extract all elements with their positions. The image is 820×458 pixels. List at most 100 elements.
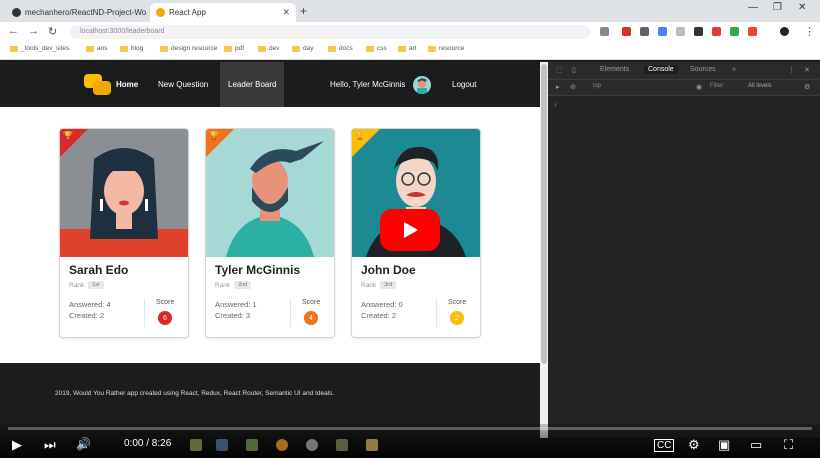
answered-count: Answered: 0 [361, 300, 403, 309]
answered-count: Answered: 1 [215, 300, 257, 309]
close-devtools-icon[interactable]: ✕ [804, 66, 810, 74]
tab-elements[interactable]: Elements [600, 66, 629, 73]
folder-icon [328, 45, 336, 52]
bookmark-folder[interactable]: resource [428, 45, 464, 52]
minimize-icon[interactable]: — [748, 2, 758, 13]
app-viewport: Home New Question Leader Board Hello, Ty… [0, 62, 540, 438]
app-navbar: Home New Question Leader Board Hello, Ty… [0, 62, 540, 107]
bookmark-folder[interactable]: design resource [160, 45, 217, 52]
bookmark-folder[interactable]: css [366, 45, 387, 52]
youtube-play-button[interactable] [380, 209, 440, 251]
back-icon[interactable]: ← [8, 25, 19, 37]
console-toolbar: ▸ ⊘ top ◉ Filter All levels ⚙ [548, 80, 820, 96]
nav-user-greeting: Hello, Tyler McGinnis [330, 80, 406, 89]
trophy-ribbon: 🏆 [352, 129, 380, 157]
settings-icon[interactable]: ⚙ [688, 437, 700, 453]
scrollbar-thumb[interactable] [541, 64, 547, 364]
close-tab-icon[interactable]: ✕ [282, 7, 290, 18]
extension-icon[interactable] [748, 27, 757, 36]
tab-label: React App [169, 8, 206, 17]
more-tabs-icon[interactable]: » [732, 66, 736, 73]
score-label: Score [302, 299, 321, 306]
folder-icon [86, 45, 94, 52]
devtools-menu-icon[interactable]: ⋮ [788, 66, 795, 74]
new-tab-icon[interactable]: + [300, 4, 307, 18]
user-name: John Doe [361, 263, 416, 277]
extension-icon[interactable] [676, 27, 685, 36]
taskbar-app-icon [190, 439, 202, 451]
captions-icon[interactable]: CC [654, 439, 675, 452]
folder-icon [10, 45, 18, 52]
fullscreen-icon[interactable]: ⛶ [784, 437, 793, 453]
extension-icon[interactable] [730, 27, 739, 36]
taskbar-app-icon [336, 439, 348, 451]
play-icon[interactable]: ▶ [12, 437, 22, 453]
nav-new-question[interactable]: New Question [150, 62, 216, 107]
bookmark-folder[interactable]: day [292, 45, 313, 52]
device-toolbar-icon[interactable]: ▯ [572, 66, 576, 74]
theater-mode-icon[interactable]: ▭ [750, 437, 762, 453]
folder-icon [366, 45, 374, 52]
page-scrollbar[interactable] [540, 62, 548, 438]
video-progress-bar[interactable] [8, 427, 812, 430]
forward-icon[interactable]: → [28, 25, 39, 37]
extension-icon[interactable] [694, 27, 703, 36]
extension-icon[interactable] [658, 27, 667, 36]
bookmark-folder[interactable]: _tools_dev_sites [10, 45, 69, 52]
leaderboard-card: 🏆 Tyler McGinnis Rank 2nd Answered: 1 Cre… [206, 129, 334, 337]
tab-console[interactable]: Console [644, 65, 678, 74]
clear-console-icon[interactable]: ⊘ [570, 83, 576, 91]
bookmark-folder[interactable]: ans [86, 45, 107, 52]
extension-icon[interactable] [712, 27, 721, 36]
divider [144, 299, 145, 327]
user-rank: Rank 1st [69, 281, 104, 289]
bookmark-folder[interactable]: pdf [224, 45, 244, 52]
console-prompt[interactable]: › [554, 100, 557, 109]
volume-icon[interactable]: 🔊 [76, 437, 91, 451]
folder-icon [224, 45, 232, 52]
eye-icon[interactable]: ◉ [696, 83, 702, 91]
profile-avatar[interactable] [780, 27, 789, 36]
extension-icon[interactable] [622, 27, 631, 36]
user-name: Tyler McGinnis [215, 263, 301, 277]
reload-icon[interactable]: ↻ [48, 25, 57, 38]
browser-tab-react-app[interactable]: React App ✕ [150, 3, 296, 22]
inspect-icon[interactable]: ⬚ [556, 66, 563, 74]
browser-tab-github[interactable]: mechanhero/ReactND-Project-Wo ✕ [6, 3, 148, 22]
folder-icon [292, 45, 300, 52]
taskbar-app-icon [276, 439, 288, 451]
nav-logout[interactable]: Logout [444, 62, 484, 107]
miniplayer-icon[interactable]: ▣ [718, 437, 730, 453]
bookmark-folder[interactable]: art [398, 45, 417, 52]
bookmark-folder[interactable]: docs [328, 45, 353, 52]
sidebar-toggle-icon[interactable]: ▸ [556, 83, 560, 91]
trophy-icon: 🏆 [63, 131, 73, 140]
maximize-icon[interactable]: ❐ [773, 2, 782, 13]
score-label: Score [156, 299, 175, 306]
trophy-icon: 🏆 [355, 131, 365, 140]
close-window-icon[interactable]: ✕ [798, 2, 806, 13]
score-badge: 4 [304, 311, 318, 325]
trophy-icon: 🏆 [209, 131, 219, 140]
bookmark-folder[interactable]: blog [120, 45, 143, 52]
play-icon [404, 222, 418, 238]
console-filter-input[interactable]: Filter [710, 83, 744, 93]
folder-icon [258, 45, 266, 52]
log-levels-select[interactable]: All levels [748, 83, 772, 89]
score-badge: 2 [450, 311, 464, 325]
extension-icon[interactable] [640, 27, 649, 36]
menu-icon[interactable]: ⋮ [804, 25, 815, 38]
star-icon[interactable] [600, 27, 609, 36]
devtools-panel: ⬚ ▯ Elements Console Sources » ⋮ ✕ ▸ ⊘ t… [548, 62, 820, 438]
taskbar-app-icon [246, 439, 258, 451]
console-settings-icon[interactable]: ⚙ [804, 83, 810, 91]
nav-home[interactable]: Home [108, 62, 146, 107]
bookmark-folder[interactable]: dev [258, 45, 279, 52]
context-select[interactable]: top [593, 83, 693, 93]
url-input[interactable]: localhost:3000/leaderboard [70, 25, 590, 39]
next-icon[interactable]: ⏭ [44, 437, 56, 453]
tab-sources[interactable]: Sources [690, 66, 716, 73]
nav-leader-board[interactable]: Leader Board [220, 62, 285, 107]
user-rank: Rank 2nd [215, 281, 252, 289]
user-portrait: 🏆 [206, 129, 334, 257]
